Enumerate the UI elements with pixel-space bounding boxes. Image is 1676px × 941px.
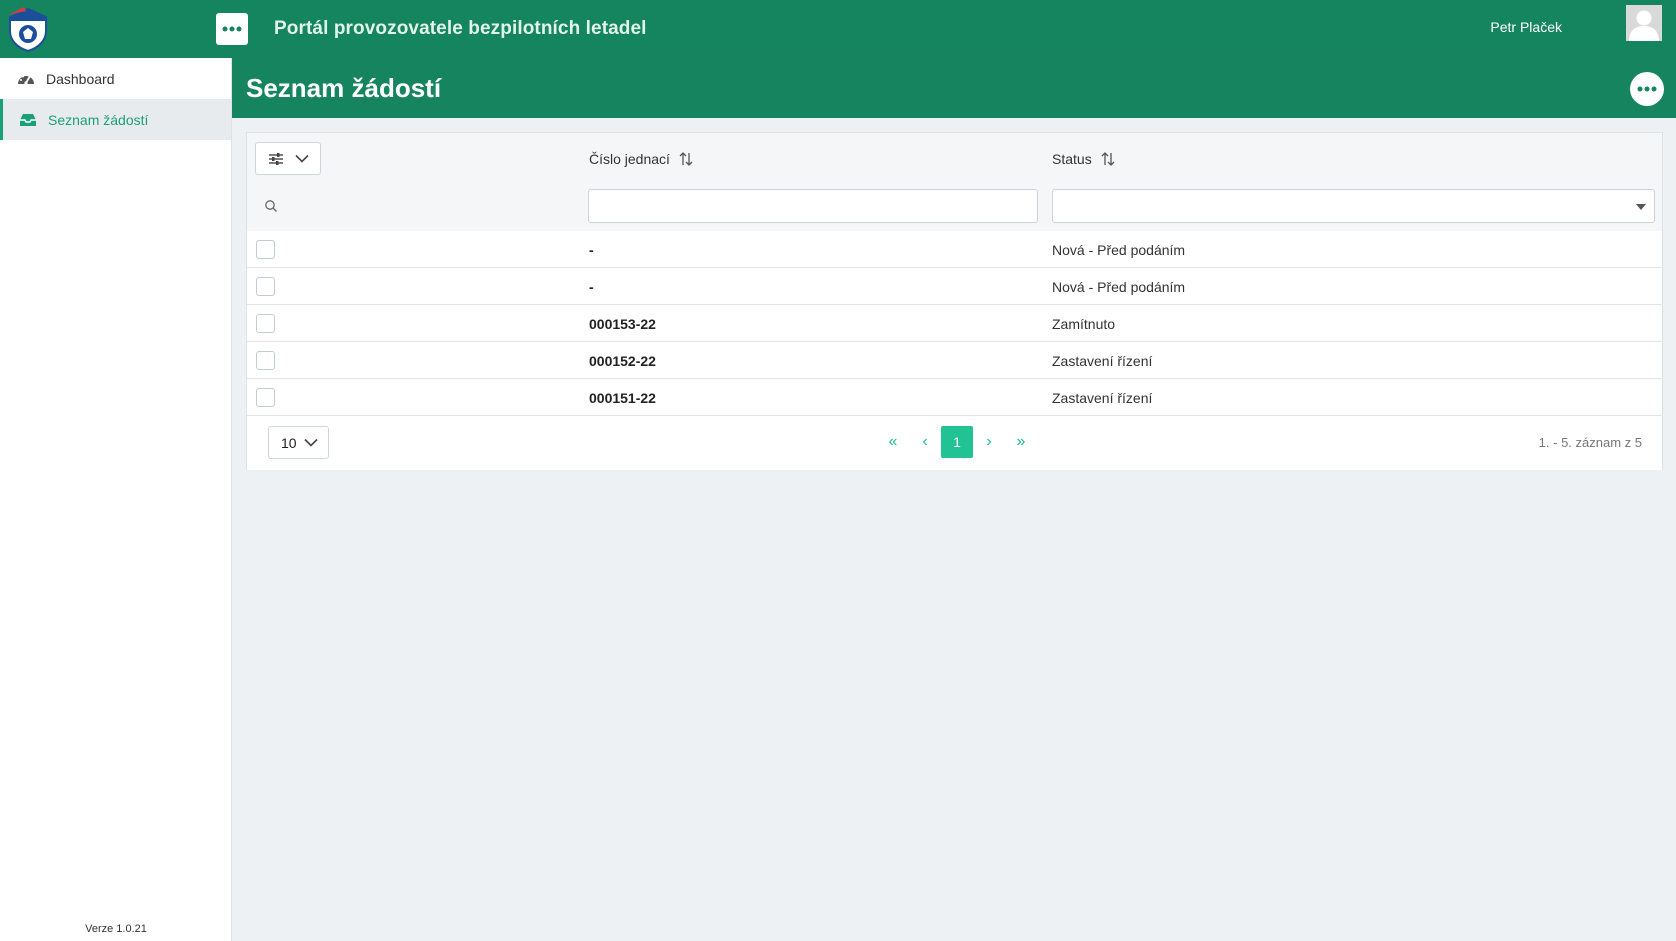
- row-number: 000151-22: [589, 390, 656, 406]
- page-button-current[interactable]: 1: [941, 426, 973, 458]
- row-number: -: [589, 242, 594, 258]
- row-number: 000152-22: [589, 353, 656, 369]
- table-header: Číslo jednací Status: [247, 133, 1662, 231]
- table-row[interactable]: 000151-22 Zastavení řízení: [247, 379, 1662, 416]
- records-count: 1. - 5. záznam z 5: [1538, 435, 1642, 450]
- table-row[interactable]: 000153-22 Zamítnuto: [247, 305, 1662, 342]
- sidebar-item-requests[interactable]: Seznam žádostí: [0, 99, 231, 140]
- row-status: Nová - Před podáním: [1052, 242, 1186, 258]
- inbox-icon: [18, 110, 38, 130]
- page-actions-button[interactable]: [1630, 72, 1664, 106]
- column-header-label: Číslo jednací: [589, 151, 670, 167]
- avatar[interactable]: [1626, 5, 1662, 41]
- row-status: Zastavení řízení: [1052, 390, 1153, 406]
- column-settings-button[interactable]: [255, 142, 321, 175]
- page-size-select[interactable]: 10: [268, 426, 329, 459]
- sidebar-item-label: Seznam žádostí: [48, 111, 149, 128]
- chevron-down-icon: [304, 438, 318, 447]
- page-title: Seznam žádostí: [246, 73, 442, 103]
- user-avatar-icon: [1626, 5, 1662, 41]
- table-row[interactable]: 000152-22 Zastavení řízení: [247, 342, 1662, 379]
- sort-icon: [678, 151, 694, 167]
- prev-page-button[interactable]: ‹: [909, 426, 941, 458]
- user-name[interactable]: Petr Plaček: [1490, 19, 1562, 35]
- last-page-button[interactable]: »: [1005, 426, 1037, 458]
- column-header-label: Status: [1052, 151, 1092, 167]
- top-header: Portál provozovatele bezpilotních letade…: [0, 0, 1676, 58]
- pagination: « ‹ 1 › »: [877, 426, 1037, 458]
- search-icon: [264, 199, 278, 218]
- status-filter-select[interactable]: [1052, 189, 1655, 223]
- column-header-number[interactable]: Číslo jednací: [589, 151, 694, 167]
- page-size-value: 10: [281, 434, 297, 451]
- row-checkbox[interactable]: [256, 351, 275, 370]
- chevron-down-icon: [294, 154, 309, 163]
- gauge-icon: [16, 69, 36, 89]
- number-filter-input[interactable]: [588, 189, 1038, 223]
- row-status: Nová - Před podáním: [1052, 279, 1186, 295]
- app-version: Verze 1.0.21: [85, 923, 147, 935]
- app-menu-button[interactable]: [216, 13, 248, 45]
- row-number: 000153-22: [589, 316, 656, 332]
- sidebar-item-dashboard[interactable]: Dashboard: [0, 58, 231, 99]
- logo-icon[interactable]: [4, 5, 52, 53]
- table-row[interactable]: - Nová - Před podáním: [247, 231, 1662, 268]
- row-checkbox[interactable]: [256, 277, 275, 296]
- row-checkbox[interactable]: [256, 314, 275, 333]
- row-number: -: [589, 279, 594, 295]
- table-row[interactable]: - Nová - Před podáním: [247, 268, 1662, 305]
- more-dots-icon: [1637, 86, 1657, 92]
- table-body: - Nová - Před podáním - Nová - Před podá…: [247, 231, 1662, 416]
- sliders-icon: [268, 152, 283, 165]
- sidebar: Dashboard Seznam žádostí Verze 1.0.21: [0, 58, 232, 941]
- app-title: Portál provozovatele bezpilotních letade…: [274, 18, 647, 39]
- table-footer: 10 « ‹ 1 › » 1. - 5. záznam z 5: [247, 416, 1662, 470]
- row-status: Zamítnuto: [1052, 316, 1116, 332]
- row-checkbox[interactable]: [256, 240, 275, 259]
- requests-table: Číslo jednací Status - Nová - Před podán…: [246, 132, 1663, 470]
- more-dots-icon: [222, 26, 242, 32]
- caret-down-icon: [1636, 204, 1646, 210]
- sidebar-item-label: Dashboard: [46, 70, 115, 87]
- page-header: Seznam žádostí: [232, 58, 1676, 118]
- next-page-button[interactable]: ›: [973, 426, 1005, 458]
- first-page-button[interactable]: «: [877, 426, 909, 458]
- row-status: Zastavení řízení: [1052, 353, 1153, 369]
- row-checkbox[interactable]: [256, 388, 275, 407]
- sort-icon: [1100, 151, 1116, 167]
- column-header-status[interactable]: Status: [1052, 151, 1116, 167]
